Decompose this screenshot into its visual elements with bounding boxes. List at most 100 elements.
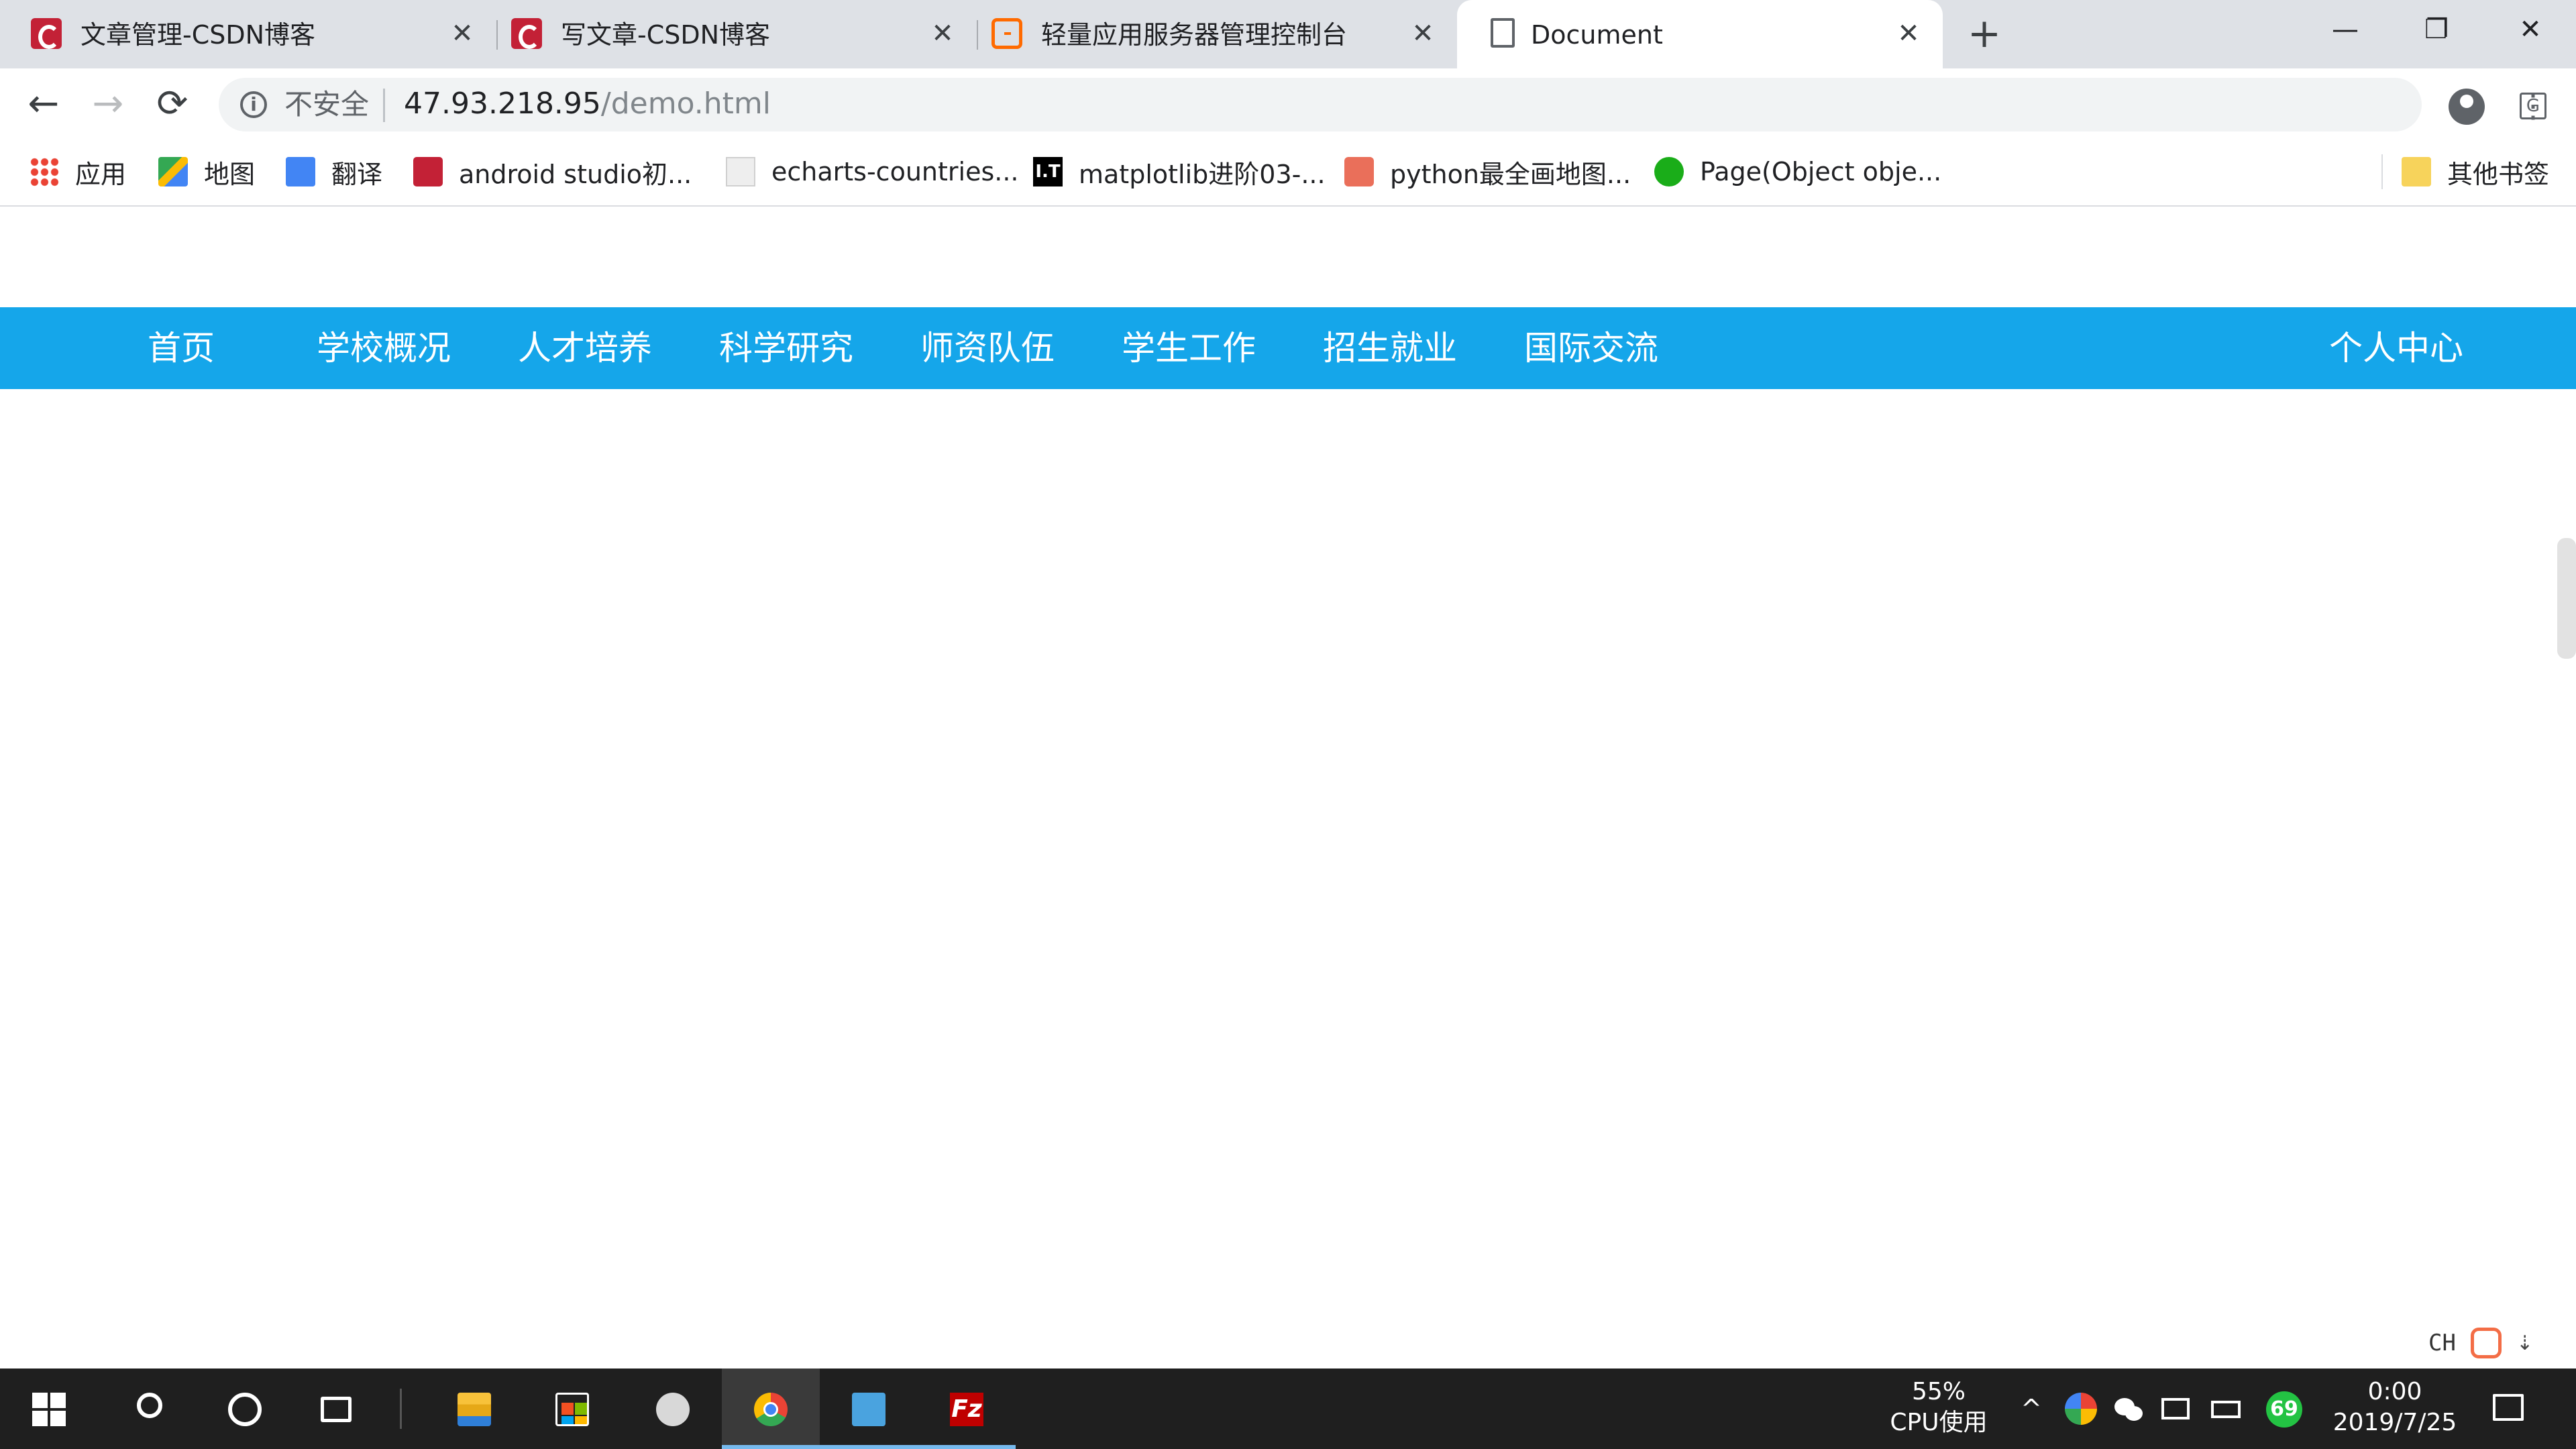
start-button[interactable] bbox=[0, 1368, 98, 1449]
running-indicator bbox=[722, 1445, 820, 1449]
task-view-button[interactable] bbox=[288, 1368, 386, 1449]
task-view-icon bbox=[321, 1397, 352, 1422]
web-page-content: 首页 学校概况 人才培养 科学研究 师资队伍 学生工作 招生就业 国际交流 个人… bbox=[0, 208, 2576, 1368]
tray-app-icon[interactable] bbox=[2065, 1393, 2097, 1425]
clock-date: 2019/7/25 bbox=[2332, 1409, 2457, 1436]
bookmark-label: 应用 bbox=[75, 159, 127, 189]
nav-item-admissions[interactable]: 招生就业 bbox=[1323, 327, 1457, 369]
wechat-icon bbox=[1654, 157, 1684, 186]
bookmark-label: 其他书签 bbox=[2447, 159, 2550, 189]
tab-title: 写文章-CSDN博客 bbox=[561, 20, 771, 50]
window-close-button[interactable]: ✕ bbox=[2490, 9, 2571, 50]
tab-document[interactable]: Document ✕ bbox=[1457, 0, 1943, 68]
url-path: /demo.html bbox=[600, 87, 771, 121]
taskbar-chrome[interactable] bbox=[722, 1368, 820, 1449]
microsoft-store-icon bbox=[555, 1393, 589, 1426]
restore-button[interactable]: ❐ bbox=[2396, 9, 2477, 50]
minimize-button[interactable]: — bbox=[2305, 9, 2385, 50]
nav-item-talent-training[interactable]: 人才培养 bbox=[518, 327, 652, 369]
security-label[interactable]: 不安全 bbox=[284, 89, 369, 121]
remote-desktop-icon bbox=[852, 1393, 885, 1426]
cpu-usage-widget[interactable]: 55% CPU使用 bbox=[1885, 1377, 1992, 1438]
nav-item-faculty[interactable]: 师资队伍 bbox=[920, 327, 1055, 369]
url-host: 47.93.218.95 bbox=[404, 87, 601, 121]
cortana-button[interactable] bbox=[196, 1368, 294, 1449]
close-icon[interactable]: ✕ bbox=[448, 19, 476, 48]
bookmark-other-folder[interactable]: 其他书签 bbox=[2402, 153, 2549, 191]
bookmark-label: 地图 bbox=[204, 159, 256, 189]
bookmark-android-studio[interactable]: android studio初... bbox=[413, 153, 692, 191]
scrollbar-thumb[interactable] bbox=[2557, 538, 2576, 659]
browser-toolbar: ← → ⟳ i 不安全 47.93.218.95/demo.html G ☆ ⋮ bbox=[0, 68, 2576, 140]
nav-item-school-overview[interactable]: 学校概况 bbox=[317, 327, 451, 369]
notification-center-icon[interactable] bbox=[2493, 1394, 2524, 1421]
running-indicator bbox=[918, 1445, 1016, 1449]
taskbar-filezilla[interactable]: Fz bbox=[918, 1368, 1016, 1449]
browser-menu-icon[interactable]: ⋮ bbox=[2517, 86, 2549, 126]
cpu-percent: 55% bbox=[1911, 1378, 1966, 1405]
bookmark-label: android studio初... bbox=[459, 159, 692, 189]
nav-item-student-affairs[interactable]: 学生工作 bbox=[1122, 327, 1256, 369]
bookmarks-bar: 应用 地图 翻译 android studio初... echarts-coun… bbox=[0, 140, 2576, 207]
bookmark-maps[interactable]: 地图 bbox=[158, 153, 255, 191]
battery-icon[interactable] bbox=[2211, 1401, 2241, 1418]
nav-item-user-center[interactable]: 个人中心 bbox=[2329, 327, 2463, 369]
taskbar-remote-desktop[interactable] bbox=[820, 1368, 918, 1449]
browser-tab-strip: 文章管理-CSDN博客 ✕ 写文章-CSDN博客 ✕ 轻量应用服务器管理控制台 … bbox=[0, 0, 2576, 68]
ime-expand-icon[interactable]: ⇣ bbox=[2516, 1332, 2533, 1355]
tray-overflow-chevron-icon[interactable]: ^ bbox=[2015, 1393, 2047, 1425]
wechat-tray-icon[interactable] bbox=[2112, 1393, 2144, 1425]
file-explorer-icon bbox=[458, 1393, 491, 1426]
search-button[interactable] bbox=[98, 1368, 196, 1449]
tab-csdn-article-manage[interactable]: 文章管理-CSDN博客 ✕ bbox=[0, 0, 496, 68]
back-button[interactable]: ← bbox=[21, 82, 66, 126]
bookmarks-divider bbox=[2381, 154, 2383, 189]
taskbar-store[interactable] bbox=[523, 1368, 621, 1449]
taskbar-snipping[interactable] bbox=[624, 1368, 722, 1449]
close-icon[interactable]: ✕ bbox=[928, 19, 957, 48]
ime-mode[interactable]: CH bbox=[2428, 1330, 2456, 1356]
forward-button[interactable]: → bbox=[86, 82, 130, 126]
tab-aliyun-console[interactable]: 轻量应用服务器管理控制台 ✕ bbox=[961, 0, 1457, 68]
ime-toolbar[interactable]: CH ⇣ bbox=[2428, 1323, 2533, 1363]
search-icon bbox=[137, 1393, 162, 1418]
new-tab-button[interactable]: + bbox=[1966, 13, 2003, 54]
bookmark-apps[interactable]: 应用 bbox=[30, 153, 126, 191]
info-icon[interactable]: i bbox=[240, 91, 267, 118]
network-icon[interactable] bbox=[2161, 1398, 2190, 1419]
profile-avatar-icon[interactable] bbox=[2449, 89, 2485, 125]
bookmark-label: Page(Object obje... bbox=[1700, 157, 1942, 186]
clock-time: 0:00 bbox=[2367, 1378, 2422, 1405]
taskbar-separator bbox=[400, 1389, 402, 1429]
sogou-ime-icon[interactable] bbox=[2470, 1328, 2502, 1358]
windows-taskbar: Fz 55% CPU使用 ^ 69 0:00 2019/7/25 bbox=[0, 1368, 2576, 1449]
url-text[interactable]: 47.93.218.95/demo.html bbox=[404, 87, 771, 121]
close-icon[interactable]: ✕ bbox=[1409, 19, 1437, 48]
bookmark-page-object[interactable]: Page(Object obje... bbox=[1654, 153, 1941, 191]
bookmark-label: matplotlib进阶03-... bbox=[1079, 159, 1326, 189]
bookmark-label: python最全画地图... bbox=[1390, 159, 1631, 189]
page-icon bbox=[726, 157, 755, 186]
nav-item-international[interactable]: 国际交流 bbox=[1524, 327, 1658, 369]
bookmark-matplotlib[interactable]: I.T matplotlib进阶03-... bbox=[1033, 153, 1326, 191]
omnibox-divider bbox=[383, 89, 385, 122]
csdn-icon bbox=[511, 18, 542, 49]
bookmark-translate[interactable]: 翻译 bbox=[286, 153, 382, 191]
taskbar-file-explorer[interactable] bbox=[425, 1368, 523, 1449]
bookmark-echarts-countries[interactable]: echarts-countries... bbox=[726, 153, 1018, 191]
tab-title: 文章管理-CSDN博客 bbox=[80, 20, 316, 50]
nav-item-home[interactable]: 首页 bbox=[148, 327, 215, 369]
csdn-icon bbox=[31, 18, 62, 49]
csdn-icon bbox=[413, 157, 443, 186]
security-badge-icon[interactable]: 69 bbox=[2266, 1391, 2302, 1428]
bookmark-python-map[interactable]: python最全画地图... bbox=[1344, 153, 1631, 191]
close-icon[interactable]: ✕ bbox=[1894, 19, 1923, 48]
nav-item-research[interactable]: 科学研究 bbox=[719, 327, 853, 369]
windows-logo-icon bbox=[32, 1393, 66, 1426]
address-bar[interactable]: i 不安全 47.93.218.95/demo.html G ☆ bbox=[219, 78, 2546, 131]
reload-button[interactable]: ⟳ bbox=[150, 82, 195, 126]
system-clock[interactable]: 0:00 2019/7/25 bbox=[2321, 1377, 2469, 1438]
bookmark-label: echarts-countries... bbox=[771, 157, 1019, 186]
tab-csdn-write-article[interactable]: 写文章-CSDN博客 ✕ bbox=[480, 0, 977, 68]
site-nav-bar: 首页 学校概况 人才培养 科学研究 师资队伍 学生工作 招生就业 国际交流 个人… bbox=[0, 307, 2576, 389]
